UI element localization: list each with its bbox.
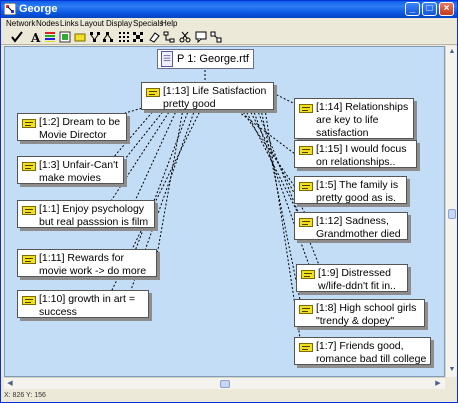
node-label: [1:1] Enjoy psychology but real passsion… [39, 203, 149, 228]
node-label: [1:14] Relationships are key to life sat… [316, 101, 409, 139]
node-icon[interactable] [74, 31, 86, 43]
tree-alt-icon[interactable] [102, 31, 114, 43]
menu-specials[interactable]: Specials [133, 18, 163, 29]
close-button[interactable]: × [439, 2, 454, 16]
vertical-scroll-thumb[interactable] [448, 209, 456, 219]
check-icon[interactable] [11, 31, 23, 43]
font-icon[interactable]: A [29, 31, 41, 43]
quote-node-1-11[interactable]: [1:11] Rewards for movie work -> do more [17, 249, 157, 277]
title-bar[interactable]: George _ □ × [1, 1, 457, 18]
quote-node-1-10[interactable]: [1:10] growth in art = success [17, 290, 149, 318]
svg-text:A: A [30, 31, 41, 43]
node-label: [1:10] growth in art = success [39, 293, 136, 318]
quotation-icon [299, 343, 313, 352]
node-label: [1:7] Friends good, romance bad till col… [316, 340, 427, 365]
quote-node-1-5[interactable]: [1:5] The family is pretty good as is. [294, 176, 407, 204]
node-label: [1:3] Unfair-Can't make movies [39, 159, 119, 184]
node-label: [1:8] High school girls "trendy & dopey" [316, 302, 417, 327]
link-line [272, 92, 296, 105]
scroll-down-icon[interactable]: ▼ [447, 365, 457, 375]
quotation-icon [22, 162, 36, 171]
quote-node-1-2[interactable]: [1:2] Dream to be Movie Director [17, 113, 127, 141]
quotation-icon [22, 255, 36, 264]
quote-node-1-7[interactable]: [1:7] Friends good, romance bad till col… [294, 337, 431, 365]
network-app-icon [4, 3, 16, 15]
document-icon [161, 51, 173, 67]
menu-help[interactable]: Help [161, 18, 177, 29]
menu-display[interactable]: Display [106, 18, 132, 29]
connect-icon[interactable] [163, 31, 175, 43]
network-canvas[interactable]: P 1: George.rtf [1:13] Life Satisfaction… [4, 46, 445, 377]
quotation-icon [299, 104, 313, 113]
status-bar: X: 826 Y: 156 [1, 390, 457, 402]
grid-icon[interactable] [118, 31, 130, 43]
app-window: George _ □ × Network Nodes Links Layout … [0, 0, 458, 403]
document-node[interactable]: P 1: George.rtf [157, 49, 254, 69]
quotation-icon [299, 146, 313, 155]
quote-node-1-1[interactable]: [1:1] Enjoy psychology but real passsion… [17, 200, 155, 228]
node-label: [1:11] Rewards for movie work -> do more [39, 252, 147, 277]
quote-node-1-9[interactable]: [1:9] Distressed w/life-ddn't fit in.. [296, 264, 408, 292]
quotation-icon [299, 305, 313, 314]
horizontal-scrollbar[interactable]: ◀ ▶ [4, 377, 445, 389]
node-label: [1:13] Life Satisfaction pretty good [163, 85, 267, 110]
eraser-icon[interactable] [148, 31, 160, 43]
node-label: [1:9] Distressed w/life-ddn't fit in.. [318, 267, 396, 292]
tree-icon[interactable] [89, 31, 101, 43]
quote-node-1-12[interactable]: [1:12] Sadness, Grandmother died [294, 212, 408, 240]
scroll-up-icon[interactable]: ▲ [447, 47, 457, 57]
link-line [234, 108, 296, 155]
comment-icon[interactable] [195, 31, 207, 43]
link-line [134, 108, 178, 202]
link-icon[interactable] [210, 31, 222, 43]
quotation-icon [299, 218, 313, 227]
link-line [156, 108, 184, 256]
quote-node-1-15[interactable]: [1:15] I would focus on relationships.. [294, 140, 417, 168]
node-label: [1:2] Dream to be Movie Director [39, 116, 121, 141]
quote-node-1-13[interactable]: [1:13] Life Satisfaction pretty good [141, 82, 274, 110]
quotation-icon [146, 88, 160, 97]
menu-links[interactable]: Links [60, 18, 79, 29]
maximize-button[interactable]: □ [422, 2, 437, 16]
document-label: P 1: George.rtf [177, 53, 249, 65]
quotation-icon [22, 296, 36, 305]
quotation-icon [299, 182, 313, 191]
menu-layout[interactable]: Layout [80, 18, 104, 29]
scroll-left-icon[interactable]: ◀ [5, 379, 15, 389]
quote-node-1-14[interactable]: [1:14] Relationships are key to life sat… [294, 98, 414, 139]
quotation-icon [22, 206, 36, 215]
cursor-coordinates: X: 826 Y: 156 [4, 392, 46, 399]
horizontal-scroll-thumb[interactable] [220, 380, 230, 388]
quote-node-1-3[interactable]: [1:3] Unfair-Can't make movies [17, 156, 124, 184]
node-label: [1:15] I would focus on relationships.. [316, 143, 407, 168]
link-line [124, 108, 166, 160]
quote-node-1-8[interactable]: [1:8] High school girls "trendy & dopey" [294, 299, 425, 327]
toolbar: A [1, 29, 457, 45]
node-label: [1:5] The family is pretty good as is. [316, 179, 399, 204]
quotation-icon [301, 270, 315, 279]
grid-alt-icon[interactable] [132, 31, 144, 43]
menu-bar: Network Nodes Links Layout Display Speci… [1, 18, 457, 29]
minimize-button[interactable]: _ [405, 2, 420, 16]
scroll-right-icon[interactable]: ▶ [433, 379, 443, 389]
window-title: George [19, 3, 58, 15]
layout-icon[interactable] [59, 31, 71, 43]
cut-icon[interactable] [179, 31, 191, 43]
quotation-icon [22, 119, 36, 128]
menu-nodes[interactable]: Nodes [36, 18, 59, 29]
menu-network[interactable]: Network [6, 18, 35, 29]
vertical-scrollbar[interactable]: ▲ ▼ [445, 46, 457, 377]
color-lines-icon[interactable] [44, 31, 56, 43]
node-label: [1:12] Sadness, Grandmother died [316, 215, 401, 240]
